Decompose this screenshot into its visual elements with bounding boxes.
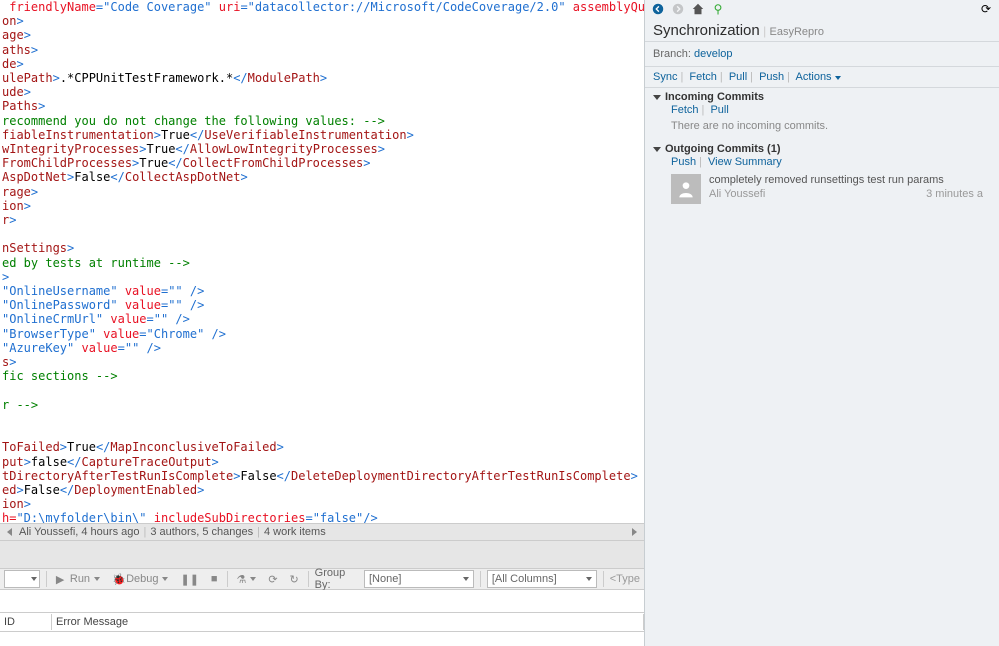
incoming-empty-message: There are no incoming commits.	[653, 118, 991, 138]
commit-author: Ali Youssefi	[709, 188, 765, 200]
pause-button[interactable]: ❚❚	[177, 573, 201, 586]
test-results-grid[interactable]: ID Error Message	[0, 590, 644, 646]
pause-icon: ❚❚	[180, 573, 198, 586]
filter-icon: ⚗	[236, 573, 246, 586]
code-editor[interactable]: friendlyName="Code Coverage" uri="dataco…	[0, 0, 644, 523]
branch-link[interactable]: develop	[694, 48, 733, 60]
repo-name: EasyRepro	[770, 26, 824, 38]
filter-input[interactable]: <Type	[610, 573, 640, 585]
grid-col-id[interactable]: ID	[0, 614, 52, 630]
stop-icon: ■	[211, 573, 218, 585]
codelens-workitems[interactable]: 4 work items	[264, 526, 326, 538]
home-icon[interactable]	[691, 2, 705, 16]
groupby-combo[interactable]: [None]	[364, 570, 474, 588]
debug-button[interactable]: 🐞Debug	[109, 573, 171, 585]
nav-back-icon[interactable]	[651, 2, 665, 16]
avatar	[671, 174, 701, 204]
branch-label: Branch:	[653, 48, 691, 60]
editor-footer-gap	[0, 540, 644, 568]
pull-link[interactable]: Pull	[729, 71, 747, 83]
actions-menu[interactable]: Actions	[795, 71, 840, 83]
sync-link[interactable]: Sync	[653, 71, 677, 83]
nav-forward-icon[interactable]	[671, 2, 685, 16]
push-link[interactable]: Push	[759, 71, 784, 83]
outgoing-header[interactable]: Outgoing Commits (1)	[653, 143, 991, 155]
refresh-button[interactable]: ⟳	[265, 573, 280, 586]
incoming-header[interactable]: Incoming Commits	[653, 91, 991, 103]
hourglass-icon	[480, 300, 514, 348]
collapse-icon	[653, 147, 661, 152]
groupby-label: Group By:	[315, 567, 358, 591]
incoming-fetch-link[interactable]: Fetch	[671, 104, 699, 116]
codelens-changes[interactable]: 3 authors, 5 changes	[150, 526, 253, 538]
test-toolbar: ▶Run 🐞Debug ❚❚ ■ ⚗ ⟳ ↻ Group By: [None] …	[0, 568, 644, 590]
run-button[interactable]: ▶Run	[53, 573, 103, 585]
fetch-link[interactable]: Fetch	[689, 71, 717, 83]
bug-icon: 🐞	[112, 573, 124, 585]
team-explorer-panel: ⚲ ⟳ Synchronization | EasyRepro Branch: …	[644, 0, 999, 646]
connect-icon[interactable]: ⚲	[711, 2, 725, 16]
incoming-pull-link[interactable]: Pull	[710, 104, 728, 116]
incoming-title: Incoming Commits	[665, 91, 764, 103]
test-selector-combo[interactable]	[4, 570, 40, 588]
grid-col-error[interactable]: Error Message	[52, 614, 644, 630]
outgoing-commit[interactable]: completely removed runsettings test run …	[653, 170, 991, 208]
outgoing-view-link[interactable]: View Summary	[708, 156, 782, 168]
repeat-icon: ↻	[290, 573, 299, 586]
panel-title: Synchronization	[653, 22, 760, 39]
commit-message: completely removed runsettings test run …	[709, 174, 983, 186]
filter-button[interactable]: ⚗	[233, 573, 259, 586]
outgoing-title: Outgoing Commits (1)	[665, 143, 781, 155]
refresh-panel-icon[interactable]: ⟳	[979, 2, 993, 16]
codelens-author[interactable]: Ali Youssefi, 4 hours ago	[19, 526, 139, 538]
repeat-button[interactable]: ↻	[287, 573, 302, 586]
codelens-strip: Ali Youssefi, 4 hours ago | 3 authors, 5…	[0, 523, 644, 540]
outgoing-push-link[interactable]: Push	[671, 156, 696, 168]
refresh-icon: ⟳	[268, 573, 277, 586]
codelens-prev-icon[interactable]	[7, 528, 12, 536]
commit-time: 3 minutes a	[926, 188, 983, 200]
play-icon: ▶	[56, 573, 68, 585]
columns-combo[interactable]: [All Columns]	[487, 570, 597, 588]
code-content: friendlyName="Code Coverage" uri="dataco…	[2, 0, 644, 523]
collapse-icon	[653, 95, 661, 100]
codelens-next-icon[interactable]	[632, 528, 637, 536]
stop-button[interactable]: ■	[208, 573, 221, 585]
